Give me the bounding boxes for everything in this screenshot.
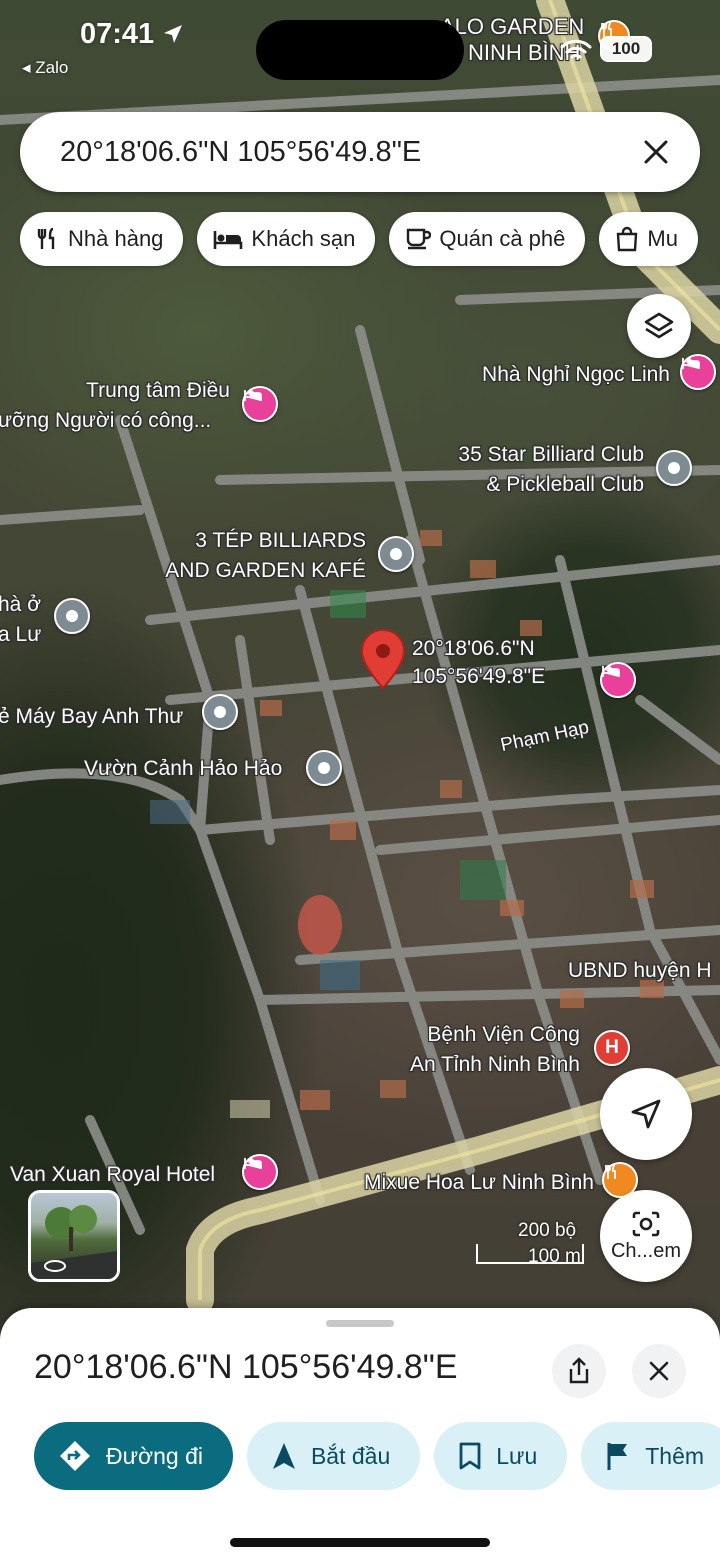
navigation-arrow-icon xyxy=(631,1099,661,1129)
place-bottom-sheet[interactable]: 20°18'06.6"N 105°56'49.8"E Đường đi Bắt … xyxy=(0,1308,720,1560)
map-label-benh-vien-2[interactable]: An Tỉnh Ninh Bình xyxy=(360,1050,580,1080)
search-input[interactable]: 20°18'06.6"N 105°56'49.8"E xyxy=(60,136,636,169)
map-label-nha-o-1[interactable]: hà ở xyxy=(0,590,41,620)
close-sheet-button[interactable] xyxy=(632,1344,686,1398)
map-label-vuon-canh[interactable]: Vườn Cảnh Hảo Hảo xyxy=(84,754,282,784)
sheet-title: 20°18'06.6"N 105°56'49.8"E xyxy=(34,1348,458,1386)
share-button[interactable] xyxy=(552,1344,606,1398)
map-label-may-bay[interactable]: ẻ Máy Bay Anh Thư xyxy=(0,702,183,732)
fork-knife-icon xyxy=(605,1164,616,1179)
camera-button-label: Ch...em xyxy=(610,1239,682,1262)
home-indicator xyxy=(230,1538,490,1547)
rotate-360-icon xyxy=(44,1260,66,1272)
sheet-drag-handle[interactable] xyxy=(326,1320,394,1327)
map-label-trung-tam-2[interactable]: ưỡng Người có công... xyxy=(0,406,211,436)
camera-search-button[interactable]: Ch...em xyxy=(600,1190,692,1282)
place-pin-icon[interactable] xyxy=(54,598,90,634)
wifi-icon xyxy=(560,39,592,59)
place-pin-icon[interactable] xyxy=(202,694,238,730)
action-label: Lưu xyxy=(496,1442,538,1469)
scale-imperial: 200 bộ xyxy=(518,1220,577,1241)
add-label-button[interactable]: Thêm xyxy=(581,1422,720,1490)
sheet-actions: Đường đi Bắt đầu Lưu Thêm xyxy=(34,1422,720,1490)
map-label-coord-lat: 20°18'06.6"N xyxy=(412,637,535,660)
directions-icon xyxy=(60,1441,90,1471)
hotel-pin-icon[interactable] xyxy=(242,386,278,422)
chip-cafes[interactable]: Quán cà phê xyxy=(389,212,586,266)
bookmark-icon xyxy=(459,1442,481,1470)
flag-icon xyxy=(607,1443,628,1470)
action-label: Thêm xyxy=(645,1442,705,1469)
map-label-mixue[interactable]: Mixue Hoa Lư Ninh Bình xyxy=(300,1168,594,1198)
bed-icon xyxy=(244,1158,262,1169)
dynamic-island xyxy=(256,20,464,80)
battery-indicator: 100 xyxy=(600,36,652,62)
dropped-pin-icon[interactable] xyxy=(360,628,406,690)
bed-icon xyxy=(682,358,700,369)
hotel-pin-icon[interactable] xyxy=(242,1154,278,1190)
bed-icon xyxy=(214,231,243,249)
chip-label: Khách sạn xyxy=(251,226,356,251)
directions-button[interactable]: Đường đi xyxy=(34,1422,233,1490)
place-pin-icon[interactable] xyxy=(378,536,414,572)
map-label-ubnd[interactable]: UBND huyện H xyxy=(568,956,712,986)
map-label-nha-o-2[interactable]: a Lư xyxy=(0,620,41,650)
search-bar[interactable]: 20°18'06.6"N 105°56'49.8"E xyxy=(20,112,700,192)
save-button[interactable]: Lưu xyxy=(434,1422,568,1490)
action-label: Bắt đầu xyxy=(310,1442,391,1469)
camera-icon xyxy=(632,1211,660,1236)
map-label-tep-1[interactable]: 3 TÉP BILLIARDS xyxy=(120,526,366,556)
shopping-bag-icon xyxy=(617,226,638,252)
map-label-van-xuan[interactable]: Van Xuan Royal Hotel xyxy=(10,1160,215,1190)
chip-label: Mu xyxy=(647,226,678,251)
scale-bar xyxy=(476,1244,584,1264)
my-location-button[interactable] xyxy=(600,1068,692,1160)
back-to-zalo[interactable]: ◂ Zalo xyxy=(22,58,68,78)
layers-icon xyxy=(644,312,674,339)
close-icon xyxy=(644,140,668,164)
clear-search-button[interactable] xyxy=(636,132,676,172)
bed-icon xyxy=(602,666,620,677)
action-label: Đường đi xyxy=(106,1442,203,1469)
status-time: 07:41 xyxy=(80,18,184,51)
map-label-trung-tam-1[interactable]: Trung tâm Điều xyxy=(30,376,230,406)
navigation-arrow-icon xyxy=(272,1443,295,1469)
location-arrow-icon xyxy=(164,25,183,43)
map-label-benh-vien-1[interactable]: Bệnh Viện Công xyxy=(360,1020,580,1050)
map-label-tep-2[interactable]: AND GARDEN KAFÉ xyxy=(120,556,366,586)
chip-restaurants[interactable]: Nhà hàng xyxy=(20,212,184,266)
map-label-billiard-1[interactable]: 35 Star Billiard Club xyxy=(400,440,644,470)
chip-hotels[interactable]: Khách sạn xyxy=(197,212,376,266)
map-label-coord-lng: 105°56'49.8"E xyxy=(412,665,546,688)
map-label-billiard-2[interactable]: & Pickleball Club xyxy=(400,470,644,500)
chip-label: Nhà hàng xyxy=(68,226,164,251)
chip-shopping[interactable]: Mu xyxy=(599,212,698,266)
start-button[interactable]: Bắt đầu xyxy=(246,1422,421,1490)
map-scale: 200 bộ 100 m xyxy=(476,1220,584,1268)
hospital-pin-icon[interactable]: H xyxy=(594,1030,630,1066)
coffee-cup-icon xyxy=(407,228,432,250)
chip-label: Quán cà phê xyxy=(439,226,566,251)
place-pin-icon[interactable] xyxy=(656,450,692,486)
category-chips: Nhà hàng Khách sạn Quán cà phê Mu xyxy=(20,212,698,266)
hotel-pin-icon[interactable] xyxy=(680,354,716,390)
fork-knife-icon xyxy=(37,227,55,249)
bed-icon xyxy=(244,390,262,401)
share-icon xyxy=(569,1357,589,1384)
layers-button[interactable] xyxy=(627,294,691,358)
close-icon xyxy=(649,1361,669,1381)
hotel-pin-icon[interactable] xyxy=(600,662,636,698)
street-view-thumbnail[interactable] xyxy=(28,1190,120,1282)
place-pin-icon[interactable] xyxy=(306,750,342,786)
map-label-nha-nghi[interactable]: Nhà Nghỉ Ngọc Linh xyxy=(430,360,670,390)
